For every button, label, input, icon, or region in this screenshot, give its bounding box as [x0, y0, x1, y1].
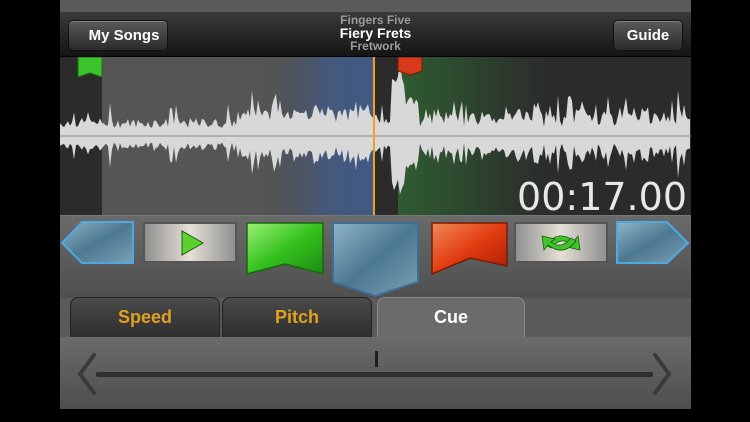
song-info: Fingers Five Fiery Frets Fretwork	[60, 14, 691, 53]
green-marker-button-icon	[246, 222, 324, 275]
drop-marker-button[interactable]	[332, 222, 419, 298]
set-green-marker-button[interactable]	[246, 222, 324, 275]
back-arrow-button[interactable]	[60, 221, 134, 264]
tab-cue-label: Cue	[433, 307, 468, 327]
mode-tabs: Speed Pitch Cue	[60, 297, 691, 338]
guide-label: Guide	[626, 27, 670, 44]
red-marker-button-icon	[431, 222, 508, 276]
tab-cue[interactable]: Cue	[377, 297, 525, 338]
back-arrow-icon	[60, 221, 134, 264]
down-marker-icon	[332, 222, 419, 298]
cue-slider-thumb[interactable]	[375, 351, 378, 367]
red-marker-icon[interactable]	[397, 57, 423, 76]
right-chevron-icon[interactable]	[653, 353, 672, 395]
loop-button-frame	[514, 222, 608, 263]
tab-pitch[interactable]: Pitch	[222, 297, 372, 338]
waveform-view[interactable]: 00:17.00	[60, 57, 691, 215]
left-chevron-icon[interactable]	[77, 353, 96, 395]
tab-pitch-label: Pitch	[274, 307, 319, 327]
forward-arrow-button[interactable]	[616, 221, 690, 264]
play-button[interactable]	[143, 222, 237, 263]
album-name: Fretwork	[350, 39, 401, 53]
tab-speed-label: Speed	[117, 307, 173, 327]
set-red-marker-button[interactable]	[431, 222, 508, 276]
loop-button[interactable]	[514, 222, 608, 263]
cue-slider-track[interactable]	[96, 372, 653, 377]
guide-button[interactable]: Guide	[613, 20, 683, 51]
transport-strip	[60, 215, 691, 298]
forward-arrow-icon	[616, 221, 690, 264]
transport-svg	[60, 221, 690, 298]
cue-slider-svg	[77, 351, 672, 395]
timecode-display: 00:17.00	[517, 175, 687, 215]
app-window: My Songs Fingers Five Fiery Frets Fretwo…	[60, 0, 691, 422]
tab-speed[interactable]: Speed	[70, 297, 220, 338]
bottom-bar	[60, 409, 691, 422]
cue-panel	[60, 337, 691, 409]
navigation-bar: My Songs Fingers Five Fiery Frets Fretwo…	[60, 12, 691, 57]
